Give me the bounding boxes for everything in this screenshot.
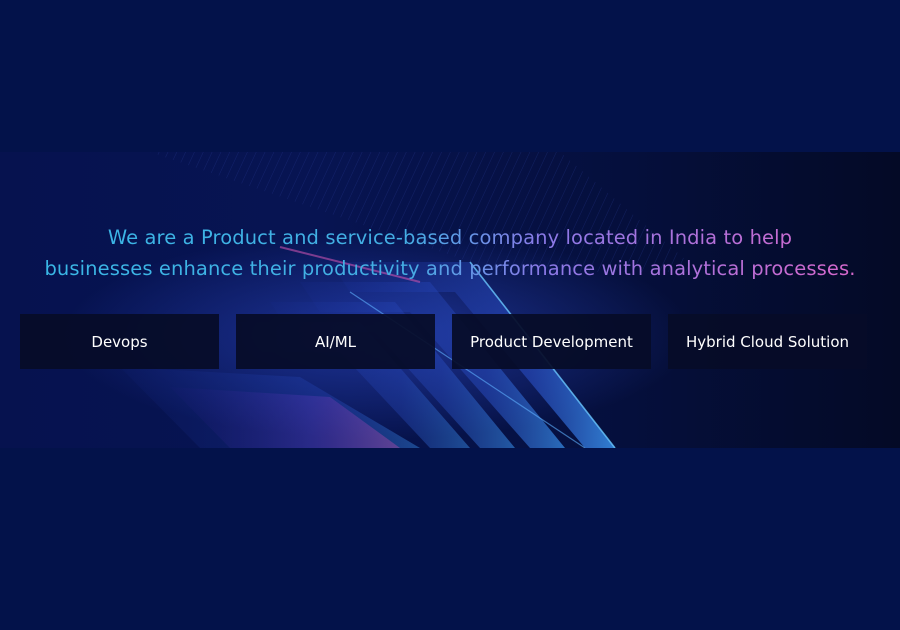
company-description: We are a Product and service-based compa… (0, 222, 900, 284)
abstract-lines-graphic (0, 152, 900, 448)
service-card-ai-ml[interactable]: AI/ML (236, 314, 435, 369)
services-row: Devops AI/ML Product Development Hybrid … (20, 314, 868, 369)
description-line-1: We are a Product and service-based compa… (0, 222, 900, 253)
description-line-2: businesses enhance their productivity an… (0, 253, 900, 284)
service-card-devops[interactable]: Devops (20, 314, 219, 369)
service-card-product-development[interactable]: Product Development (452, 314, 651, 369)
service-card-hybrid-cloud[interactable]: Hybrid Cloud Solution (668, 314, 867, 369)
hero-banner: We are a Product and service-based compa… (0, 152, 900, 448)
